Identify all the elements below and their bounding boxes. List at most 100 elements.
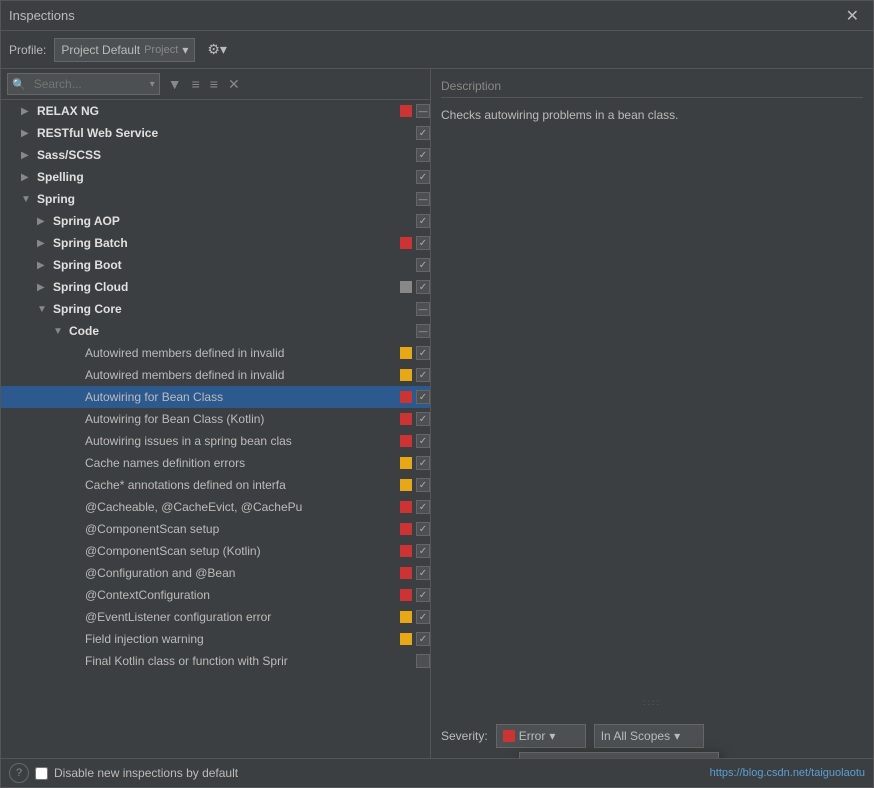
collapse-all-button[interactable]: ≡: [206, 74, 222, 95]
scope-dropdown-arrow: ▾: [674, 729, 680, 743]
tree-item-spring-cloud[interactable]: ▶ Spring Cloud: [1, 276, 430, 298]
tree-item-spring[interactable]: ▼ Spring: [1, 188, 430, 210]
tree-item-componentscan-kotlin[interactable]: @ComponentScan setup (Kotlin): [1, 540, 430, 562]
config-bean-checkbox[interactable]: [416, 566, 430, 580]
autowired1-checkbox[interactable]: [416, 346, 430, 360]
tree-item-spring-batch[interactable]: ▶ Spring Batch: [1, 232, 430, 254]
scope-dropdown[interactable]: In All Scopes ▾: [594, 724, 704, 748]
tree-item-spelling[interactable]: ▶ Spelling: [1, 166, 430, 188]
spring-label: Spring: [37, 192, 414, 206]
tree-item-eventlistener[interactable]: @EventListener configuration error: [1, 606, 430, 628]
cacheable-color: [400, 501, 412, 513]
cacheable-label: @Cacheable, @CacheEvict, @CachePu: [85, 500, 400, 514]
tree-item-cacheable[interactable]: @Cacheable, @CacheEvict, @CachePu: [1, 496, 430, 518]
spelling-checkbox[interactable]: [416, 170, 430, 184]
contextconfig-checkbox[interactable]: [416, 588, 430, 602]
close-button[interactable]: ✕: [840, 4, 865, 28]
cacheable-checkbox[interactable]: [416, 500, 430, 514]
componentscan-kotlin-checkbox[interactable]: [416, 544, 430, 558]
config-bean-color: [400, 567, 412, 579]
expand-all-button[interactable]: ≡: [188, 74, 204, 95]
tree-item-spring-core[interactable]: ▼ Spring Core: [1, 298, 430, 320]
contextconfig-label: @ContextConfiguration: [85, 588, 400, 602]
spring-core-checkbox[interactable]: [416, 302, 430, 316]
spring-boot-checkbox[interactable]: [416, 258, 430, 272]
sass-arrow: ▶: [21, 150, 37, 161]
severity-dropdown-arrow: ▾: [549, 729, 555, 743]
tree-item-autowiring-issues[interactable]: Autowiring issues in a spring bean clas: [1, 430, 430, 452]
autowiring-kotlin-checkbox[interactable]: [416, 412, 430, 426]
relax-ng-label: RELAX NG: [37, 104, 400, 118]
final-kotlin-checkbox[interactable]: [416, 654, 430, 668]
search-dropdown-arrow: ▾: [150, 79, 155, 90]
tree-item-contextconfig[interactable]: @ContextConfiguration: [1, 584, 430, 606]
autowiring-issues-checkbox[interactable]: [416, 434, 430, 448]
resize-handle[interactable]: ::::: [441, 696, 863, 708]
autowiring-bean-checkbox[interactable]: [416, 390, 430, 404]
componentscan-kotlin-color: [400, 545, 412, 557]
code-checkbox[interactable]: [416, 324, 430, 338]
tree-item-code[interactable]: ▼ Code: [1, 320, 430, 342]
tree-item-cache-annotations[interactable]: Cache* annotations defined on interfa: [1, 474, 430, 496]
profile-value: Project Default: [61, 43, 140, 57]
help-button[interactable]: ?: [9, 763, 29, 783]
componentscan-label: @ComponentScan setup: [85, 522, 400, 536]
tree-item-componentscan[interactable]: @ComponentScan setup: [1, 518, 430, 540]
gear-button[interactable]: ⚙▾: [203, 39, 231, 60]
search-input[interactable]: [28, 73, 148, 95]
spring-batch-checkbox[interactable]: [416, 236, 430, 250]
search-icon: 🔍: [12, 78, 26, 91]
tree-item-autowiring-kotlin[interactable]: Autowiring for Bean Class (Kotlin): [1, 408, 430, 430]
tree-item-spring-boot[interactable]: ▶ Spring Boot: [1, 254, 430, 276]
field-injection-checkbox[interactable]: [416, 632, 430, 646]
disable-new-checkbox[interactable]: [35, 767, 48, 780]
componentscan-kotlin-label: @ComponentScan setup (Kotlin): [85, 544, 400, 558]
spring-cloud-checkbox[interactable]: [416, 280, 430, 294]
cache-names-label: Cache names definition errors: [85, 456, 400, 470]
tree-area[interactable]: ▶ RELAX NG ▶ RESTful Web Service ▶ Sass/…: [1, 100, 430, 758]
code-label: Code: [69, 324, 414, 338]
severity-row: Severity: Error ▾ In All Scopes ▾ Error: [441, 724, 863, 748]
spring-batch-arrow: ▶: [37, 238, 53, 249]
tree-item-relax-ng[interactable]: ▶ RELAX NG: [1, 100, 430, 122]
tree-item-sass[interactable]: ▶ Sass/SCSS: [1, 144, 430, 166]
search-bar: 🔍 ▾ ▼ ≡ ≡ ✕: [1, 69, 430, 100]
tree-item-autowired1[interactable]: Autowired members defined in invalid: [1, 342, 430, 364]
tree-item-autowired2[interactable]: Autowired members defined in invalid: [1, 364, 430, 386]
autowiring-kotlin-color: [400, 413, 412, 425]
tree-item-autowiring-bean[interactable]: Autowiring for Bean Class: [1, 386, 430, 408]
profile-select[interactable]: Project Default Project ▾: [54, 38, 195, 62]
cache-annotations-checkbox[interactable]: [416, 478, 430, 492]
severity-dropdown[interactable]: Error ▾: [496, 724, 586, 748]
dropdown-item-error[interactable]: Error: [520, 753, 718, 758]
tree-item-restful[interactable]: ▶ RESTful Web Service: [1, 122, 430, 144]
inspections-window: Inspections ✕ Profile: Project Default P…: [0, 0, 874, 788]
spring-checkbox[interactable]: [416, 192, 430, 206]
filter-toolbar: ▼ ≡ ≡ ✕: [164, 74, 244, 95]
eventlistener-checkbox[interactable]: [416, 610, 430, 624]
bottom-bar: ? Disable new inspections by default htt…: [1, 758, 873, 787]
tree-item-cache-names[interactable]: Cache names definition errors: [1, 452, 430, 474]
field-injection-color: [400, 633, 412, 645]
bottom-link: https://blog.csdn.net/taiguolaotu: [710, 767, 865, 779]
cache-names-checkbox[interactable]: [416, 456, 430, 470]
eventlistener-label: @EventListener configuration error: [85, 610, 400, 624]
restful-checkbox[interactable]: [416, 126, 430, 140]
tree-item-field-injection[interactable]: Field injection warning: [1, 628, 430, 650]
severity-value: Error: [519, 729, 546, 743]
tree-item-config-bean[interactable]: @Configuration and @Bean: [1, 562, 430, 584]
tree-item-spring-aop[interactable]: ▶ Spring AOP: [1, 210, 430, 232]
profile-dropdown-arrow: ▾: [182, 43, 188, 57]
componentscan-checkbox[interactable]: [416, 522, 430, 536]
filter-button[interactable]: ▼: [164, 74, 186, 95]
relax-ng-checkbox[interactable]: [416, 104, 430, 118]
window-title: Inspections: [9, 8, 75, 23]
tree-item-final-kotlin[interactable]: Final Kotlin class or function with Spri…: [1, 650, 430, 672]
spring-aop-checkbox[interactable]: [416, 214, 430, 228]
cache-annotations-label: Cache* annotations defined on interfa: [85, 478, 400, 492]
clear-button[interactable]: ✕: [224, 74, 244, 95]
sass-checkbox[interactable]: [416, 148, 430, 162]
title-bar: Inspections ✕: [1, 1, 873, 31]
autowired2-checkbox[interactable]: [416, 368, 430, 382]
eventlistener-color: [400, 611, 412, 623]
